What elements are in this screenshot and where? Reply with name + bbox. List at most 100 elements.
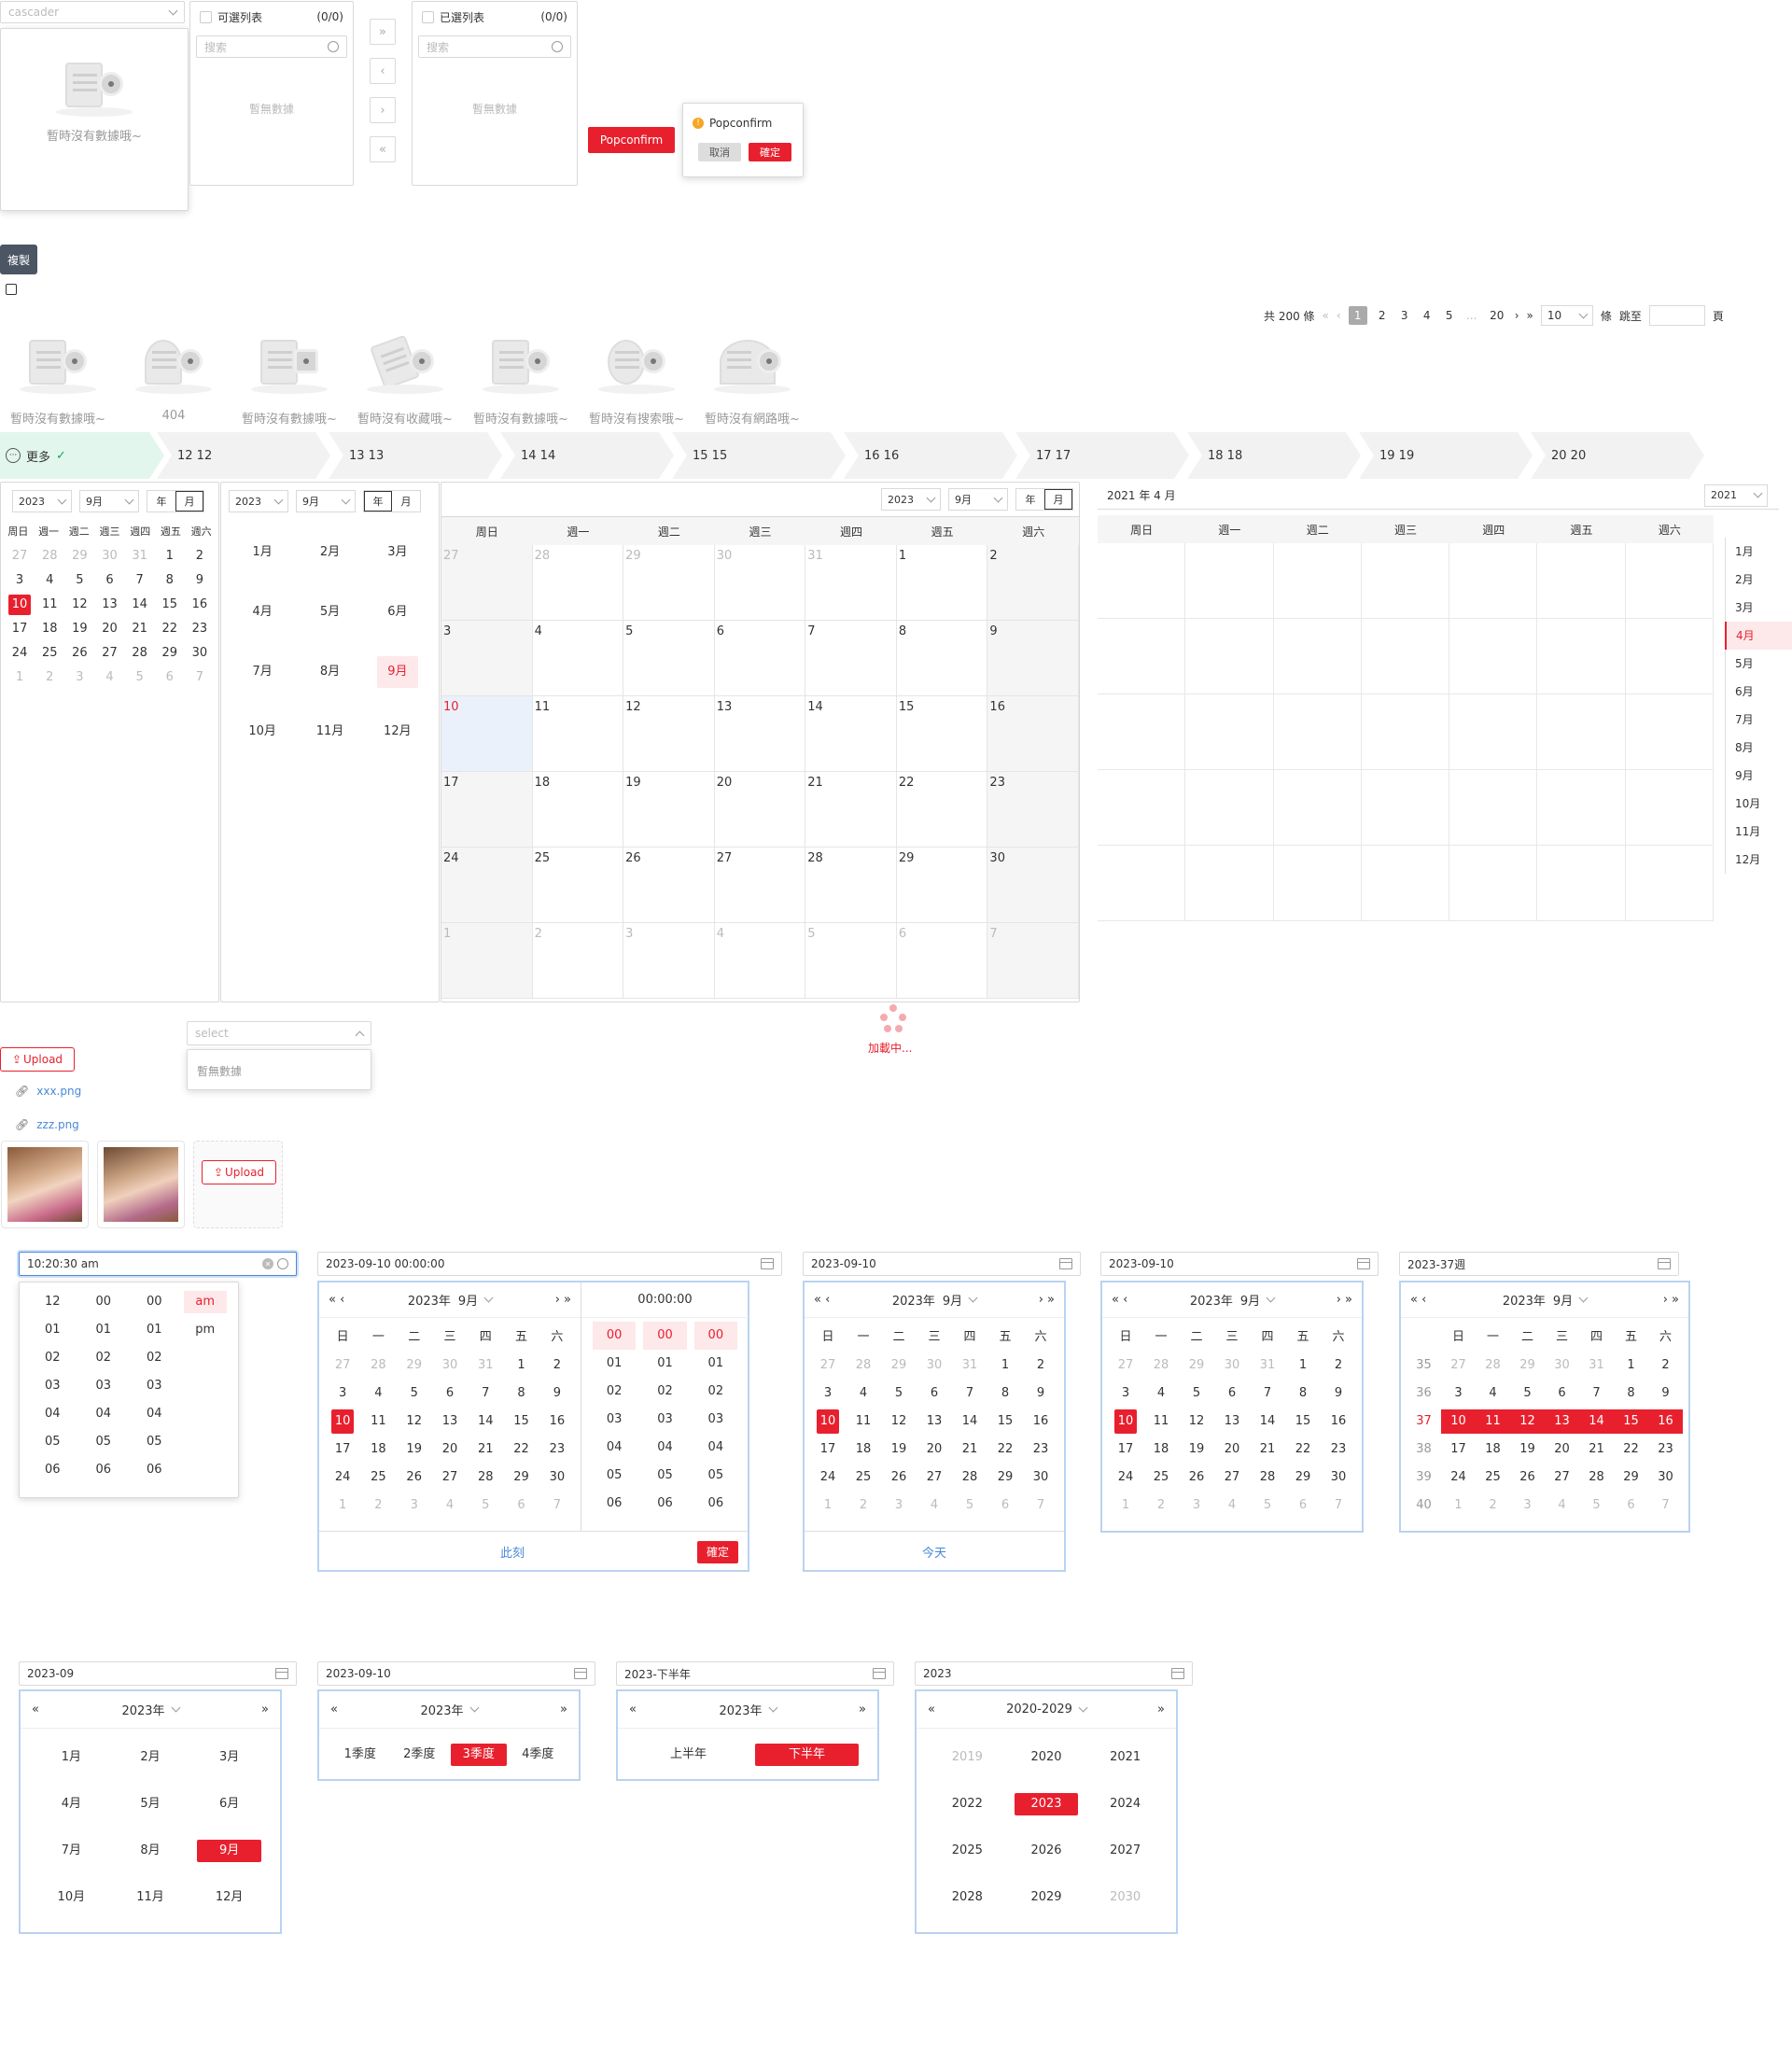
prev-year-icon[interactable]: « ‹ <box>1410 1293 1426 1307</box>
month-option[interactable]: 11月 <box>119 1886 183 1909</box>
day-cell[interactable]: 26 <box>623 848 715 923</box>
day-cell[interactable]: 23 <box>185 619 215 639</box>
day-cell[interactable]: 3 <box>397 1493 432 1518</box>
halfyear-option[interactable]: 上半年 <box>637 1744 740 1766</box>
time-option[interactable]: 04 <box>27 1400 78 1428</box>
time-option[interactable]: 06 <box>27 1456 78 1484</box>
day-cell[interactable]: 7 <box>539 1493 575 1518</box>
day-cell[interactable]: 27 <box>1441 1353 1476 1378</box>
day-cell[interactable]: 5 <box>468 1493 503 1518</box>
day-cell[interactable]: 16 <box>1023 1409 1058 1434</box>
day-cell[interactable] <box>1537 770 1626 846</box>
day-cell[interactable]: 2 <box>1023 1353 1058 1378</box>
day-cell[interactable]: 25 <box>1143 1465 1179 1490</box>
prev-page-icon[interactable]: ‹ <box>1337 309 1341 322</box>
day-cell[interactable]: 16 <box>185 595 215 615</box>
year-label[interactable]: 2023年 <box>1190 1291 1233 1309</box>
time-option[interactable]: 04 <box>78 1400 130 1428</box>
day-cell[interactable]: 5 <box>1179 1381 1214 1406</box>
upload-thumbnail[interactable] <box>1 1141 89 1228</box>
day-cell[interactable]: 4 <box>35 570 64 591</box>
day-cell[interactable]: 31 <box>468 1353 503 1378</box>
day-cell[interactable]: 10 <box>331 1409 355 1434</box>
time-option[interactable]: 01 <box>643 1350 686 1378</box>
day-cell[interactable]: 31 <box>952 1353 987 1378</box>
day-cell[interactable]: 3 <box>1179 1493 1214 1518</box>
day-cell[interactable]: 3 <box>1510 1493 1545 1518</box>
month-option[interactable]: 4月 <box>39 1793 104 1815</box>
month-option[interactable]: 9月 <box>197 1840 261 1862</box>
day-cell[interactable]: 7 <box>987 923 1079 999</box>
day-cell[interactable] <box>1185 846 1274 921</box>
day-cell[interactable]: 31 <box>805 545 897 621</box>
day-cell[interactable] <box>1185 770 1274 846</box>
day-cell[interactable]: 5 <box>952 1493 987 1518</box>
day-cell[interactable]: 1 <box>896 545 988 621</box>
day-cell[interactable]: 22 <box>987 1437 1023 1462</box>
day-cell[interactable]: 23 <box>1023 1437 1058 1462</box>
day-cell[interactable]: 1 <box>155 546 185 567</box>
day-cell[interactable]: 6 <box>987 1493 1023 1518</box>
day-cell[interactable] <box>1449 694 1538 770</box>
day-cell[interactable]: 12 <box>1510 1409 1545 1434</box>
year-option[interactable]: 2022 <box>935 1793 1000 1815</box>
month-cell[interactable]: 7月 <box>242 656 283 688</box>
day-cell[interactable]: 10 <box>1441 1409 1476 1434</box>
day-cell[interactable]: 7 <box>805 621 897 696</box>
upload-file-item[interactable]: 🔗︎ xxx.png <box>15 1085 81 1098</box>
page-item-active[interactable]: 1 <box>1348 306 1367 325</box>
prev-year-icon[interactable]: « ‹ <box>329 1293 344 1307</box>
time-option[interactable]: 06 <box>643 1490 686 1518</box>
page-size-select[interactable]: 10 <box>1540 305 1593 326</box>
day-cell[interactable]: 3 <box>623 923 715 999</box>
month-anchor[interactable]: 3月 <box>1726 594 1792 622</box>
year-select[interactable]: 2021 <box>1704 483 1768 507</box>
month-picker-input[interactable]: 2023-09 <box>19 1661 297 1686</box>
day-cell[interactable]: 21 <box>125 619 155 639</box>
day-cell[interactable]: 28 <box>1143 1353 1179 1378</box>
day-cell[interactable]: 31 <box>1579 1353 1614 1378</box>
halfyear-option[interactable]: 下半年 <box>755 1744 859 1766</box>
day-cell[interactable]: 29 <box>155 643 185 664</box>
day-cell[interactable]: 9 <box>1023 1381 1058 1406</box>
prev-year-icon[interactable]: « ‹ <box>814 1293 830 1307</box>
time-option[interactable]: 00 <box>78 1288 130 1316</box>
day-cell[interactable]: 19 <box>64 619 94 639</box>
day-cell[interactable] <box>1537 694 1626 770</box>
day-cell[interactable]: 11 <box>35 595 64 615</box>
day-cell[interactable]: 28 <box>1476 1353 1510 1378</box>
day-cell[interactable]: 29 <box>881 1353 917 1378</box>
day-cell[interactable]: 25 <box>360 1465 396 1490</box>
day-cell[interactable]: 1 <box>503 1353 539 1378</box>
day-cell[interactable]: 12 <box>64 595 94 615</box>
day-cell[interactable] <box>1098 770 1186 846</box>
month-anchor[interactable]: 6月 <box>1726 678 1792 706</box>
quarter-picker-input[interactable]: 2023-09-10 <box>317 1661 595 1686</box>
time-option[interactable]: 06 <box>593 1490 636 1518</box>
transfer-right-checkbox[interactable] <box>422 10 434 23</box>
mode-year-button[interactable]: 年 <box>364 491 392 511</box>
day-cell[interactable]: 29 <box>896 848 988 923</box>
datetime-picker-input[interactable]: 2023-09-10 00:00:00 <box>317 1252 782 1276</box>
day-cell[interactable]: 16 <box>1648 1409 1683 1434</box>
day-cell[interactable]: 23 <box>987 772 1079 848</box>
day-cell[interactable]: 25 <box>846 1465 881 1490</box>
day-cell[interactable]: 27 <box>917 1465 952 1490</box>
day-cell[interactable]: 23 <box>1648 1437 1683 1462</box>
time-option[interactable]: 06 <box>129 1456 180 1484</box>
day-cell[interactable]: 7 <box>1579 1381 1614 1406</box>
today-button[interactable]: 今天 <box>805 1531 1064 1572</box>
step-item[interactable]: 18 18 <box>1187 432 1361 479</box>
month-option[interactable]: 7月 <box>39 1840 104 1862</box>
year-option[interactable]: 2019 <box>935 1746 1000 1769</box>
quarter-option[interactable]: 4季度 <box>511 1744 567 1766</box>
day-cell[interactable]: 28 <box>1579 1465 1614 1490</box>
month-select[interactable]: 9月 <box>948 488 1008 511</box>
day-cell[interactable]: 29 <box>1179 1353 1214 1378</box>
day-cell[interactable]: 29 <box>397 1353 432 1378</box>
day-cell[interactable]: 30 <box>539 1465 575 1490</box>
year-label[interactable]: 2023年 <box>121 1701 164 1718</box>
day-cell[interactable]: 6 <box>896 923 988 999</box>
day-cell[interactable]: 19 <box>881 1437 917 1462</box>
day-cell[interactable]: 30 <box>987 848 1079 923</box>
